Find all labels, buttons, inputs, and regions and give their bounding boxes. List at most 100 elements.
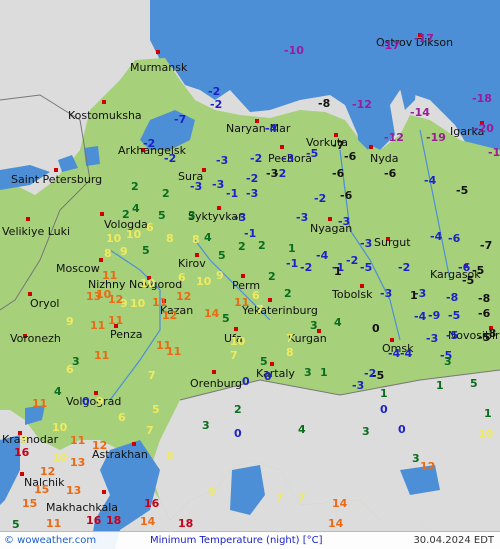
temperature-value: 12	[92, 439, 108, 452]
temperature-value: 16	[14, 446, 30, 459]
temperature-value: -6	[340, 189, 353, 202]
city-marker	[100, 212, 104, 216]
brand-link[interactable]: © woweather.com	[4, 535, 96, 546]
temperature-value: -17	[380, 39, 400, 52]
city-marker	[268, 298, 272, 302]
temperature-value: 2	[284, 287, 292, 300]
temperature-value: 10	[230, 335, 246, 348]
temperature-value: 10	[126, 228, 142, 241]
temperature-value: 2	[234, 403, 242, 416]
temperature-value: -14	[410, 106, 430, 119]
temperature-value: -8	[478, 292, 491, 305]
temperature-value: 9	[96, 395, 104, 408]
temperature-value: 1	[410, 289, 418, 302]
temperature-value: 9	[20, 433, 28, 446]
temperature-value: 11	[94, 349, 110, 362]
temperature-value: -9	[428, 309, 441, 322]
temperature-value: -2	[346, 254, 359, 267]
temperature-value: 0	[264, 370, 272, 383]
temperature-value: 3	[412, 452, 420, 465]
temperature-value: 7	[146, 424, 154, 437]
weather-map: Murmansk Kostomuksha Arkhangelsk Naryan-Mar…	[0, 0, 500, 549]
temperature-value: 9	[208, 485, 216, 498]
temperature-value: -3	[360, 237, 373, 250]
temperature-value: 3	[188, 209, 196, 222]
temperature-value: -5	[360, 261, 373, 274]
temperature-value: 5	[12, 518, 20, 531]
temperature-value: -4	[414, 310, 427, 323]
temperature-value: 0	[82, 395, 90, 408]
temperature-value: 5	[222, 312, 230, 325]
temperature-value: 11	[166, 345, 182, 358]
temperature-value: -2	[250, 152, 263, 165]
temperature-value: -3	[426, 332, 439, 345]
temperature-value: 3	[444, 355, 452, 368]
temperature-value: -5	[448, 309, 461, 322]
temperature-value: 11	[46, 517, 62, 530]
temperature-value: 10	[196, 275, 212, 288]
city-label: Volgograd	[66, 395, 122, 408]
temperature-value: -4	[316, 249, 329, 262]
temperature-value: 15	[34, 483, 50, 496]
temperature-value: -5	[446, 329, 459, 342]
temperature-value: 3	[304, 366, 312, 379]
temperature-value: -7	[174, 113, 187, 126]
temperature-value: 8	[192, 233, 200, 246]
temperature-value: 6	[118, 411, 126, 424]
temperature-value: -3	[212, 178, 225, 191]
city-label: Nyda	[370, 152, 399, 165]
city-label: Surgut	[374, 236, 411, 249]
city-marker	[102, 490, 106, 494]
temperature-value: -6	[332, 167, 345, 180]
city-label: Murmansk	[130, 61, 188, 74]
temperature-value: -4	[400, 347, 413, 360]
temperature-value: 12	[420, 460, 436, 473]
temperature-value: -6	[344, 150, 357, 163]
temperature-value: -7	[332, 139, 345, 152]
city-marker	[280, 145, 284, 149]
temperature-value: 14	[140, 515, 156, 528]
temperature-value: -20	[474, 122, 494, 135]
temperature-value: 2	[131, 180, 139, 193]
city-label: Tobolsk	[332, 288, 373, 301]
city-marker	[241, 274, 245, 278]
temperature-value: -6	[478, 307, 491, 320]
temperature-value: 7	[276, 491, 284, 504]
temperature-value: 6	[66, 363, 74, 376]
temperature-value: 11	[108, 314, 124, 327]
temperature-value: 5	[470, 377, 478, 390]
city-label: Kostomuksha	[68, 109, 142, 122]
temperature-value: 6	[146, 221, 154, 234]
city-label: Oryol	[30, 297, 60, 310]
temperature-value: -6	[458, 261, 471, 274]
temperature-value: 12	[162, 309, 178, 322]
temperature-value: -2	[398, 261, 411, 274]
map-footer: © woweather.com Minimum Temperature (nig…	[0, 531, 500, 549]
temperature-value: -2	[314, 192, 327, 205]
temperature-value: -2	[300, 261, 313, 274]
temperature-value: -2	[143, 137, 156, 150]
temperature-value: 14	[204, 307, 220, 320]
temperature-value: -12	[384, 131, 404, 144]
temperature-value: 6	[178, 271, 186, 284]
temperature-value: 9	[216, 269, 224, 282]
temperature-value: 15	[22, 497, 38, 510]
city-marker	[328, 217, 332, 221]
temperature-value: 0	[372, 322, 380, 335]
temperature-value: 13	[70, 456, 86, 469]
temperature-value: 0	[242, 375, 250, 388]
temperature-value: -6	[448, 232, 461, 245]
temperature-value: 10	[106, 232, 122, 245]
temperature-value: 9	[120, 245, 128, 258]
temperature-value: -1	[286, 257, 299, 270]
temperature-value: -3	[216, 154, 229, 167]
temperature-value: -12	[352, 98, 372, 111]
temperature-value: 11	[70, 434, 86, 447]
city-marker	[369, 145, 373, 149]
city-marker	[212, 370, 216, 374]
temperature-value: 18	[106, 514, 122, 527]
temperature-value: -3	[282, 152, 295, 165]
temperature-value: 3	[202, 419, 210, 432]
temperature-value: -5	[472, 264, 485, 277]
temperature-value: 8	[286, 346, 294, 359]
